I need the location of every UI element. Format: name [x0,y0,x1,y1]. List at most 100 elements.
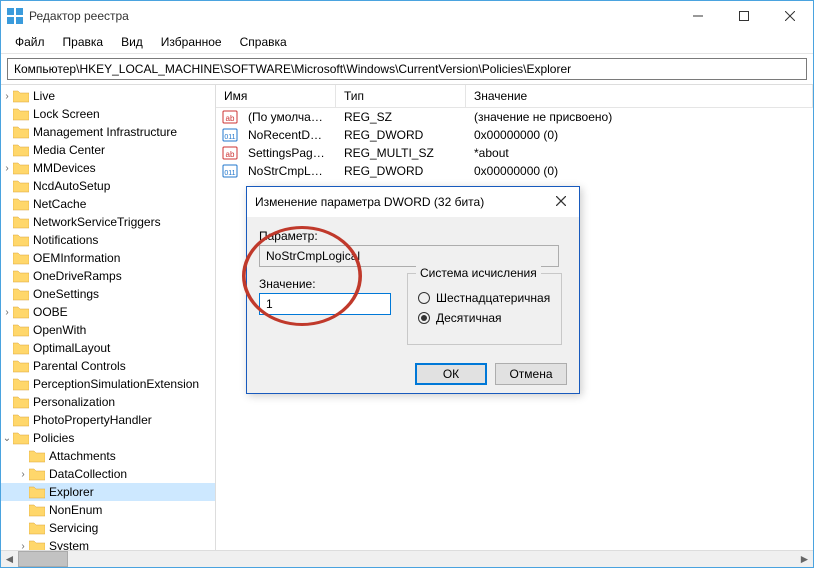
tree-item[interactable]: Media Center [1,141,215,159]
tree-item[interactable]: Personalization [1,393,215,411]
radio-hex[interactable] [418,292,430,304]
tree-item[interactable]: Servicing [1,519,215,537]
tree-item[interactable]: ›OOBE [1,303,215,321]
tree-label: Parental Controls [33,359,126,373]
menu-edit[interactable]: Правка [55,33,112,51]
tree-item[interactable]: Management Infrastructure [1,123,215,141]
cell-name: (По умолчанию) [240,110,336,124]
tree-item[interactable]: NetworkServiceTriggers [1,213,215,231]
list-row[interactable]: 011 NoRecentDocsH...REG_DWORD0x00000000 (… [216,126,813,144]
tree-label: Explorer [49,485,94,499]
cell-type: REG_DWORD [336,128,466,142]
cell-name: NoRecentDocsH... [240,128,336,142]
cell-name: NoStrCmpLogical [240,164,336,178]
expand-icon[interactable]: › [17,469,29,480]
tree-label: OEMInformation [33,251,120,265]
list-row[interactable]: abSettingsPageVisi...REG_MULTI_SZ*about [216,144,813,162]
tree-label: DataCollection [49,467,127,481]
cell-value: (значение не присвоено) [466,110,813,124]
param-label: Параметр: [259,229,567,243]
tree-item[interactable]: NonEnum [1,501,215,519]
tree-label: OpenWith [33,323,86,337]
scroll-left-icon[interactable]: ◄ [1,551,18,567]
tree-label: OptimalLayout [33,341,110,355]
list-row[interactable]: 011NoStrCmpLogicalREG_DWORD0x00000000 (0… [216,162,813,180]
cell-value: *about [466,146,813,160]
tree-label: Servicing [49,521,98,535]
radio-dec[interactable] [418,312,430,324]
scroll-right-icon[interactable]: ► [796,551,813,567]
base-caption: Система исчисления [416,266,541,280]
menu-file[interactable]: Файл [7,33,53,51]
radio-hex-row[interactable]: Шестнадцатеричная [418,288,561,308]
tree-item[interactable]: NcdAutoSetup [1,177,215,195]
tree-label: PerceptionSimulationExtension [33,377,199,391]
cell-value: 0x00000000 (0) [466,128,813,142]
tree-item[interactable]: OEMInformation [1,249,215,267]
tree-label: Personalization [33,395,115,409]
horizontal-scrollbar[interactable]: ◄ ► [1,550,813,567]
tree-item[interactable]: ⌄Policies [1,429,215,447]
tree-label: System [49,539,89,550]
tree-item[interactable]: OneDriveRamps [1,267,215,285]
menu-view[interactable]: Вид [113,33,151,51]
scroll-thumb[interactable] [18,551,68,567]
radio-dec-label: Десятичная [436,311,502,325]
tree-pane[interactable]: ›LiveLock Screen Management Infrastructur… [1,85,216,550]
tree-item[interactable]: Parental Controls [1,357,215,375]
tree-item[interactable]: Notifications [1,231,215,249]
tree-label: OneDriveRamps [33,269,122,283]
titlebar: Редактор реестра [1,1,813,31]
tree-item[interactable]: OptimalLayout [1,339,215,357]
col-header-value[interactable]: Значение [466,85,813,107]
expand-icon[interactable]: › [17,541,29,551]
tree-item[interactable]: ›Live [1,87,215,105]
value-field[interactable]: 1 [259,293,391,315]
ok-button[interactable]: ОК [415,363,487,385]
dialog-titlebar: Изменение параметра DWORD (32 бита) [247,187,579,217]
expand-icon[interactable]: › [1,307,13,318]
close-button[interactable] [767,1,813,31]
radio-dec-row[interactable]: Десятичная [418,308,561,328]
edit-dword-dialog: Изменение параметра DWORD (32 бита) Пара… [246,186,580,394]
minimize-button[interactable] [675,1,721,31]
tree-item[interactable]: OneSettings [1,285,215,303]
tree-item[interactable]: PhotoPropertyHandler [1,411,215,429]
maximize-button[interactable] [721,1,767,31]
list-row[interactable]: ab(По умолчанию)REG_SZ(значение не присв… [216,108,813,126]
tree-label: Management Infrastructure [33,125,177,139]
svg-text:ab: ab [226,114,235,123]
tree-label: PhotoPropertyHandler [33,413,152,427]
address-bar[interactable]: Компьютер\HKEY_LOCAL_MACHINE\SOFTWARE\Mi… [7,58,807,80]
dialog-title-text: Изменение параметра DWORD (32 бита) [255,195,551,209]
app-icon [7,8,23,24]
expand-icon[interactable]: ⌄ [1,433,13,444]
svg-text:011: 011 [224,134,235,141]
close-icon [556,196,566,206]
tree-label: Attachments [49,449,116,463]
cell-name: SettingsPageVisi... [240,146,336,160]
svg-text:ab: ab [226,150,235,159]
cancel-button[interactable]: Отмена [495,363,567,385]
dialog-close-button[interactable] [551,195,571,209]
tree-item[interactable]: Lock Screen [1,105,215,123]
list-header[interactable]: Имя Тип Значение [216,85,813,108]
expand-icon[interactable]: › [1,163,13,174]
tree-item[interactable]: OpenWith [1,321,215,339]
expand-icon[interactable]: › [1,91,13,102]
menu-help[interactable]: Справка [232,33,295,51]
tree-item[interactable]: NetCache [1,195,215,213]
tree-item[interactable]: PerceptionSimulationExtension [1,375,215,393]
menu-favorites[interactable]: Избранное [153,33,230,51]
cell-value: 0x00000000 (0) [466,164,813,178]
tree-item[interactable]: › System [1,537,215,550]
tree-item[interactable]: › DataCollection [1,465,215,483]
cell-type: REG_DWORD [336,164,466,178]
col-header-name[interactable]: Имя [216,85,336,107]
tree-item[interactable]: ›MMDevices [1,159,215,177]
col-header-type[interactable]: Тип [336,85,466,107]
tree-label: NetCache [33,197,86,211]
tree-item[interactable]: Attachments [1,447,215,465]
tree-item[interactable]: Explorer [1,483,215,501]
tree-label: OneSettings [33,287,99,301]
